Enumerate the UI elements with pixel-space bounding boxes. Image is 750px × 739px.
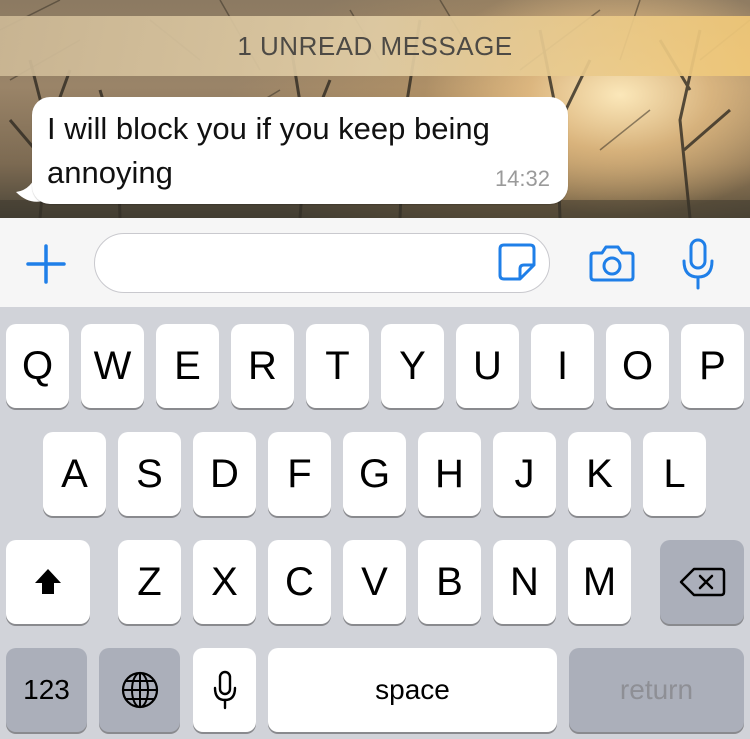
message-timestamp: 14:32 <box>494 166 550 191</box>
key-f[interactable]: F <box>268 432 331 516</box>
key-n[interactable]: N <box>493 540 556 624</box>
key-a[interactable]: A <box>43 432 106 516</box>
dictation-key[interactable] <box>193 648 256 732</box>
message-text-field[interactable] <box>94 233 550 293</box>
key-w[interactable]: W <box>81 324 144 408</box>
space-key[interactable]: space <box>268 648 557 732</box>
backspace-key[interactable] <box>660 540 744 624</box>
key-t[interactable]: T <box>306 324 369 408</box>
numbers-key[interactable]: 123 <box>6 648 87 732</box>
key-k[interactable]: K <box>568 432 631 516</box>
message-text: I will block you if you keep being annoy… <box>47 111 490 190</box>
shift-icon <box>35 569 61 594</box>
globe-key[interactable] <box>99 648 180 732</box>
key-o[interactable]: O <box>606 324 669 408</box>
key-d[interactable]: D <box>193 432 256 516</box>
message-input[interactable] <box>113 242 493 284</box>
shift-key[interactable] <box>6 540 90 624</box>
key-b[interactable]: B <box>418 540 481 624</box>
key-u[interactable]: U <box>456 324 519 408</box>
key-i[interactable]: I <box>531 324 594 408</box>
key-j[interactable]: J <box>493 432 556 516</box>
sticker-icon[interactable] <box>496 241 538 283</box>
return-key[interactable]: return <box>569 648 744 732</box>
key-e[interactable]: E <box>156 324 219 408</box>
chat-background: 1 UNREAD MESSAGE I will block you if you… <box>0 0 750 218</box>
key-s[interactable]: S <box>118 432 181 516</box>
incoming-message-bubble[interactable]: I will block you if you keep being annoy… <box>32 97 568 204</box>
backspace-icon <box>679 567 726 597</box>
dictation-icon <box>213 670 236 710</box>
key-h[interactable]: H <box>418 432 481 516</box>
key-x[interactable]: X <box>193 540 256 624</box>
key-c[interactable]: C <box>268 540 331 624</box>
on-screen-keyboard: Q W E R T Y U I O P A S D F G H J K L Z … <box>0 307 750 739</box>
globe-icon <box>121 671 158 709</box>
key-y[interactable]: Y <box>381 324 444 408</box>
key-z[interactable]: Z <box>118 540 181 624</box>
message-input-bar <box>0 218 750 307</box>
key-m[interactable]: M <box>568 540 631 624</box>
key-q[interactable]: Q <box>6 324 69 408</box>
unread-messages-banner: 1 UNREAD MESSAGE <box>0 16 750 76</box>
key-p[interactable]: P <box>681 324 744 408</box>
key-l[interactable]: L <box>643 432 706 516</box>
key-g[interactable]: G <box>343 432 406 516</box>
plus-icon[interactable] <box>24 242 68 286</box>
camera-icon[interactable] <box>588 241 636 285</box>
key-v[interactable]: V <box>343 540 406 624</box>
key-r[interactable]: R <box>231 324 294 408</box>
microphone-icon[interactable] <box>680 237 716 291</box>
unread-banner-label: 1 UNREAD MESSAGE <box>237 30 513 61</box>
